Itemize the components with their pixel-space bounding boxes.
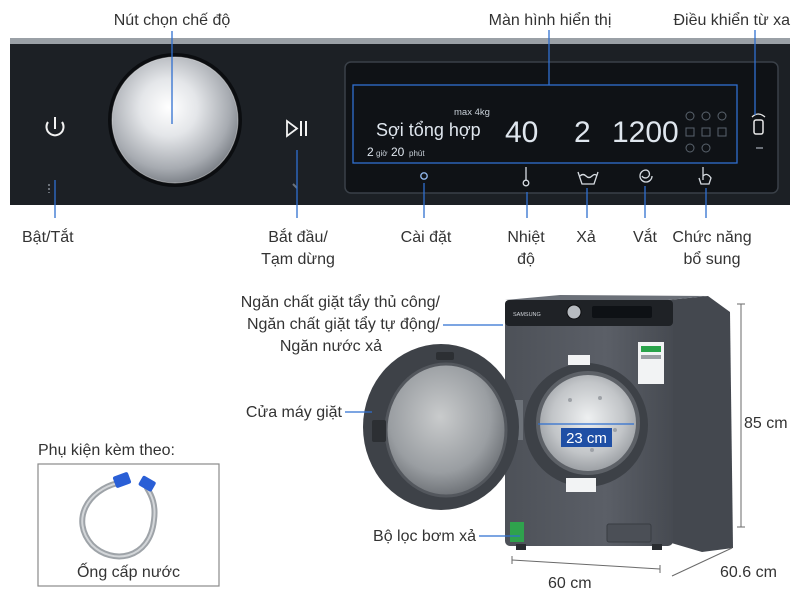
drum-dot bbox=[568, 398, 572, 402]
top-sticker bbox=[568, 355, 590, 365]
drum-diameter-label: 23 cm bbox=[566, 430, 607, 447]
machine-display bbox=[592, 306, 652, 318]
display-time-minutes: 20 bbox=[391, 145, 405, 159]
drum-dot bbox=[613, 428, 617, 432]
accessory-item-label: Ống cấp nước bbox=[76, 564, 181, 581]
brand-logo: SAMSUNG bbox=[513, 312, 541, 318]
display-max-load: max 4kg bbox=[454, 107, 490, 118]
extra-function-label-line2: bổ sung bbox=[683, 251, 741, 268]
drum-dot bbox=[598, 396, 602, 400]
settings-label: Cài đặt bbox=[400, 229, 452, 246]
dispenser-label-line2: Ngăn chất giặt tẩy tự động/ bbox=[246, 316, 440, 333]
energy-badge bbox=[510, 522, 524, 542]
display-screen-label: Màn hình hiển thị bbox=[488, 12, 612, 29]
energy-label-band bbox=[641, 355, 661, 359]
width-label: 60 cm bbox=[548, 575, 592, 592]
energy-label-band bbox=[641, 346, 661, 352]
display-program: Sợi tổng hợp bbox=[376, 120, 481, 140]
depth-label: 60.6 cm bbox=[720, 564, 777, 581]
display-spin-speed: 1200 bbox=[612, 116, 679, 149]
display-time-hours: 2 bbox=[367, 145, 374, 159]
machine-side-panel bbox=[668, 296, 733, 552]
drain-filter-label: Bộ lọc bơm xả bbox=[373, 528, 476, 545]
drain-filter-cover bbox=[606, 523, 652, 543]
start-pause-label-line1: Bắt đầu/ bbox=[268, 229, 328, 246]
start-pause-label-line2: Tạm dừng bbox=[261, 251, 335, 268]
selector-knob-label: Nút chọn chế độ bbox=[113, 12, 231, 29]
rinse-label: Xả bbox=[576, 229, 596, 246]
accessory-title: Phụ kiện kèm theo: bbox=[38, 442, 175, 459]
remote-control-label: Điều khiển từ xa bbox=[673, 12, 790, 29]
display-time-hours-unit: giờ bbox=[376, 149, 388, 158]
width-dimension-line bbox=[511, 559, 661, 570]
temperature-label-line1: Nhiệt bbox=[507, 229, 545, 246]
display-temperature: 40 bbox=[505, 116, 538, 149]
drum-dot bbox=[590, 448, 594, 452]
machine-knob bbox=[566, 304, 582, 320]
machine-foot bbox=[516, 544, 526, 550]
machine-foot bbox=[652, 544, 662, 550]
display-time-minutes-unit: phút bbox=[409, 149, 425, 158]
door-handle bbox=[372, 420, 386, 442]
power-label: Bật/Tắt bbox=[22, 229, 74, 246]
height-label: 85 cm bbox=[744, 415, 788, 432]
door-latch bbox=[436, 352, 454, 360]
dispenser-label-line1: Ngăn chất giặt tẩy thủ công/ bbox=[240, 294, 440, 311]
dispenser-label-line3: Ngăn nước xả bbox=[279, 338, 382, 355]
door-label: Cửa máy giặt bbox=[245, 404, 342, 421]
spin-label: Vắt bbox=[632, 229, 657, 246]
temperature-label-line2: độ bbox=[517, 251, 535, 268]
panel-top-trim bbox=[10, 38, 790, 44]
extra-function-label-line1: Chức năng bbox=[672, 229, 752, 246]
selector-knob bbox=[108, 53, 242, 187]
front-sticker bbox=[566, 478, 596, 492]
knob-face bbox=[112, 57, 238, 183]
display-rinse-count: 2 bbox=[574, 116, 591, 149]
washing-machine-diagram: max 4kg Sợi tổng hợp 2 giờ 20 phút 40 2 … bbox=[0, 0, 800, 600]
